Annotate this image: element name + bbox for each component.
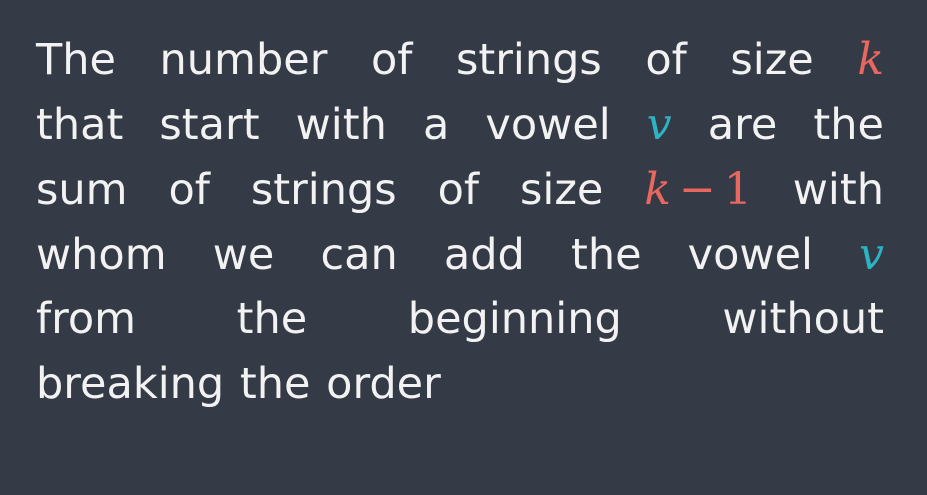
math-k: k [857,34,884,85]
word: sum [36,165,128,215]
word: that [36,100,124,150]
math-v: v [646,99,672,150]
math-k: k [644,164,671,215]
word: number [159,35,328,85]
line-3: sum of strings of size k −1 with [36,164,884,229]
math-k-minus-1: k −1 [644,164,752,215]
line-2: that start with a vowel v are the [36,99,884,164]
line-4: whom we can add the vowel v [36,229,884,294]
word: can [320,230,398,280]
word: of [645,35,687,85]
word: vowel [687,230,813,280]
word: with [792,165,884,215]
line-5: from the beginning without [36,294,884,359]
paragraph: The number of strings of size k that sta… [36,34,884,424]
word: of [168,165,210,215]
word: size [519,165,604,215]
word: of [437,165,480,215]
word: whom [36,230,167,280]
word: the [570,230,642,280]
word: of [370,35,413,85]
word: the [236,294,308,344]
math-one: 1 [723,164,752,215]
word: we [212,230,275,280]
word: are [707,100,778,150]
word: a [422,100,450,150]
word: The [36,35,116,85]
word: size [730,35,814,85]
slide: The number of strings of size k that sta… [0,0,927,495]
word: without [722,294,884,344]
word: add [443,230,525,280]
word: strings [250,165,397,215]
word: strings [455,35,602,85]
word: from [36,294,137,344]
word: with [295,100,387,150]
word: beginning [407,294,622,344]
word: vowel [485,100,611,150]
line-1: The number of strings of size k [36,34,884,99]
line-6: breaking the order [36,359,884,424]
word: start [159,100,260,150]
math-minus: − [678,164,716,215]
math-v: v [859,229,884,280]
word: breaking the order [36,359,441,409]
word: the [813,100,884,150]
